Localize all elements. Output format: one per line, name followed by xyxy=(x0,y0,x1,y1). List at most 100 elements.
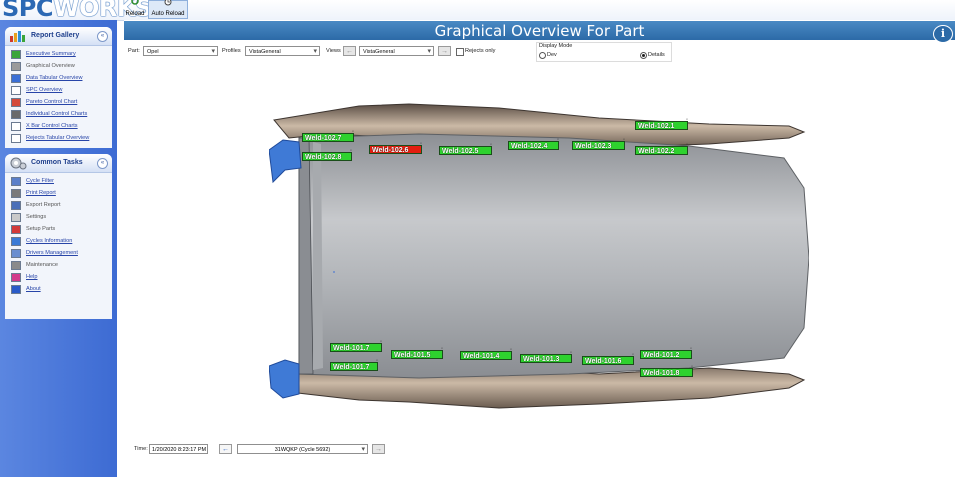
part-select[interactable]: Opel xyxy=(143,46,218,56)
weld-label-8[interactable]: Weld-101.7 xyxy=(330,343,382,352)
weld-label-12[interactable]: Weld-101.3 xyxy=(520,354,572,363)
common-tasks-item-label: Print Report xyxy=(26,190,56,196)
report-gallery-item-graphical-overview[interactable]: Graphical Overview xyxy=(5,61,112,73)
drivers-icon xyxy=(11,249,21,258)
common-tasks-item-cycles-information[interactable]: Cycles Information xyxy=(5,236,112,248)
report-gallery-item-data-tabular-overview[interactable]: Data Tabular Overview xyxy=(5,73,112,85)
about-icon xyxy=(11,285,21,294)
details-radio[interactable] xyxy=(640,52,647,59)
common-tasks-item-cycle-filter[interactable]: Cycle Filter xyxy=(5,176,112,188)
common-tasks-item-help[interactable]: Help xyxy=(5,272,112,284)
maintenance-icon xyxy=(11,261,21,270)
weld-marker-icon: ◦ xyxy=(490,142,493,148)
report-gallery-item-label: Data Tabular Overview xyxy=(26,75,83,81)
weld-label-7[interactable]: Weld-102.2 xyxy=(635,146,688,155)
weld-label-11[interactable]: Weld-101.4 xyxy=(460,351,512,360)
weld-marker-icon: ◦ xyxy=(557,137,560,143)
weld-label-9[interactable]: Weld-101.7 xyxy=(330,362,378,371)
common-tasks-item-label: Help xyxy=(26,274,38,280)
report-gallery-item-executive-summary[interactable]: Executive Summary xyxy=(5,49,112,61)
common-tasks-item-setup-parts[interactable]: Setup Parts xyxy=(5,224,112,236)
report-gallery-icon xyxy=(10,31,25,42)
weld-marker-icon: ◦ xyxy=(623,137,626,143)
weld-marker-icon: ◦ xyxy=(441,346,444,352)
weld-marker-icon: ◦ xyxy=(686,117,689,123)
common-tasks-item-label: About xyxy=(26,286,41,292)
spc-overview-icon xyxy=(11,86,21,95)
auto-reload-icon xyxy=(164,0,172,6)
common-tasks-item-export-report[interactable]: Export Report xyxy=(5,200,112,212)
views-label: Views xyxy=(326,48,341,54)
cycle-prev-button[interactable]: ← xyxy=(219,444,232,454)
report-gallery-item-pareto-control-chart[interactable]: Pareto Control Chart xyxy=(5,97,112,109)
report-gallery-item-x-bar-control-charts[interactable]: X Bar Control Charts xyxy=(5,121,112,133)
weld-label-0[interactable]: Weld-102.7 xyxy=(302,133,354,142)
collapse-common-tasks-icon[interactable]: « xyxy=(97,158,108,169)
report-gallery-item-label: Executive Summary xyxy=(26,51,76,57)
xbar-chart-icon xyxy=(11,122,21,131)
report-gallery-item-rejects-tabular-overview[interactable]: Rejects Tabular Overview xyxy=(5,133,112,145)
auto-reload-button[interactable]: Auto Reload xyxy=(148,0,188,19)
dev-radio[interactable] xyxy=(539,52,546,59)
weld-label-5[interactable]: Weld-102.3 xyxy=(572,141,625,150)
common-tasks-item-label: Maintenance xyxy=(26,262,59,268)
rejects-only-checkbox[interactable] xyxy=(456,48,464,56)
weld-label-4[interactable]: Weld-102.4 xyxy=(508,141,559,150)
views-select[interactable]: VistaGeneral xyxy=(359,46,434,56)
reload-button[interactable]: Reload xyxy=(122,0,148,18)
weld-marker-icon: ◦ xyxy=(686,142,689,148)
common-tasks-item-label: Export Report xyxy=(26,202,61,208)
printer-icon xyxy=(11,189,21,198)
individual-chart-icon xyxy=(11,110,21,119)
common-tasks-item-maintenance[interactable]: Maintenance xyxy=(5,260,112,272)
report-gallery-item-individual-control-charts[interactable]: Individual Control Charts xyxy=(5,109,112,121)
common-tasks-item-label: Drivers Management xyxy=(26,250,78,256)
report-gallery-header[interactable]: Report Gallery « xyxy=(5,27,112,46)
profiles-select[interactable]: VistaGeneral xyxy=(245,46,320,56)
common-tasks-item-about[interactable]: About xyxy=(5,284,112,296)
weld-marker-icon: ◦ xyxy=(632,352,635,358)
cycle-next-button[interactable]: → xyxy=(372,444,385,454)
common-tasks-panel: Common Tasks « Cycle Filter Print Report E… xyxy=(5,154,112,319)
cycle-select[interactable]: 31WQKP (Cycle 5692) xyxy=(237,444,368,455)
view-next-button[interactable]: → xyxy=(438,46,451,56)
report-gallery-item-label: Rejects Tabular Overview xyxy=(26,135,90,141)
data-tabular-icon xyxy=(11,74,21,83)
display-mode-group: Display Mode Dev Details xyxy=(536,42,672,62)
weld-marker-icon: ◦ xyxy=(690,346,693,352)
common-tasks-item-label: Settings xyxy=(26,214,47,220)
weld-marker-icon: ◦ xyxy=(570,350,573,356)
common-tasks-item-label: Setup Parts xyxy=(26,226,56,232)
weld-label-3[interactable]: Weld-102.5 xyxy=(439,146,492,155)
weld-label-2[interactable]: Weld-102.6 xyxy=(369,145,422,154)
cycles-info-icon xyxy=(11,237,21,246)
weld-label-1[interactable]: Weld-102.8 xyxy=(302,152,352,161)
details-radio-label: Details xyxy=(648,52,665,58)
help-icon xyxy=(11,273,21,282)
weld-label-13[interactable]: Weld-101.6 xyxy=(582,356,634,365)
weld-label-10[interactable]: Weld-101.5 xyxy=(391,350,443,359)
time-field[interactable]: 1/20/2020 8:23:17 PM xyxy=(149,444,208,454)
weld-marker-icon: ◦ xyxy=(510,347,513,353)
page-header: Graphical Overview For Part i xyxy=(124,21,955,43)
common-tasks-header[interactable]: Common Tasks « xyxy=(5,154,112,173)
report-gallery-item-label: Pareto Control Chart xyxy=(26,99,78,105)
weld-label-6[interactable]: Weld-102.1 xyxy=(635,121,688,130)
collapse-report-gallery-icon[interactable]: « xyxy=(97,31,108,42)
profiles-label: Profiles xyxy=(222,48,241,54)
setup-parts-icon xyxy=(11,225,21,234)
weld-label-14[interactable]: Weld-101.2 xyxy=(640,350,692,359)
cycle-filter-icon xyxy=(11,177,21,186)
common-tasks-item-settings[interactable]: Settings xyxy=(5,212,112,224)
report-gallery-item-spc-overview[interactable]: SPC Overview xyxy=(5,85,112,97)
weld-marker-icon: ◦ xyxy=(350,148,353,154)
common-tasks-item-label: Cycles Information xyxy=(26,238,73,244)
rejects-only-label: Rejects only xyxy=(465,48,496,54)
common-tasks-item-print-report[interactable]: Print Report xyxy=(5,188,112,200)
view-prev-button[interactable]: ← xyxy=(343,46,356,56)
pareto-chart-icon xyxy=(11,98,21,107)
export-icon xyxy=(11,201,21,210)
weld-label-15[interactable]: Weld-101.8 xyxy=(640,368,693,377)
info-icon[interactable]: i xyxy=(933,25,953,43)
common-tasks-item-drivers-management[interactable]: Drivers Management xyxy=(5,248,112,260)
